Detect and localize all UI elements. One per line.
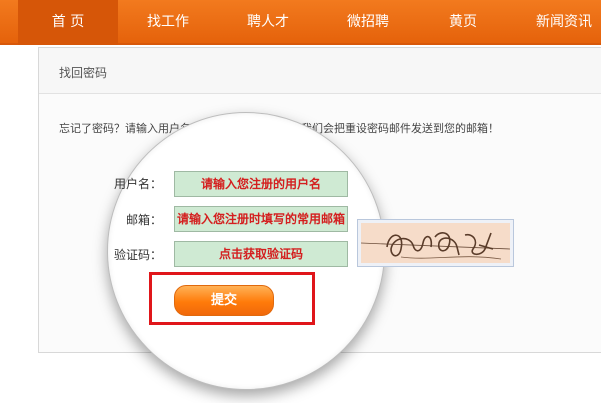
email-label: 邮箱： <box>125 213 162 227</box>
nav-item-hire-talent[interactable]: 聘人才 <box>220 0 316 45</box>
nav-item-yellow-pages[interactable]: 黄页 <box>418 0 508 45</box>
nav-item-home[interactable]: 首 页 <box>18 0 118 45</box>
nav-item-micro-recruit[interactable]: 微招聘 <box>320 0 416 45</box>
panel-header: 找回密码 <box>39 48 601 94</box>
username-field[interactable]: 请输入您注册的用户名 <box>174 171 348 197</box>
captcha-scribble-icon <box>360 232 511 260</box>
nav-item-find-job[interactable]: 找工作 <box>120 0 216 45</box>
top-navigation: 首 页 找工作 聘人才 微招聘 黄页 新闻资讯 <box>0 0 601 45</box>
username-label: 用户名： <box>113 177 162 191</box>
captcha-field[interactable]: 点击获取验证码 <box>174 241 348 267</box>
captcha-image[interactable] <box>357 219 514 267</box>
submit-button[interactable]: 提交 <box>174 285 274 316</box>
captcha-picture <box>360 223 511 263</box>
email-field[interactable]: 请输入您注册时填写的常用邮箱 <box>174 206 348 232</box>
nav-item-news[interactable]: 新闻资讯 <box>518 0 601 45</box>
page-title: 找回密码 <box>59 66 108 80</box>
captcha-label: 验证码： <box>113 248 162 262</box>
